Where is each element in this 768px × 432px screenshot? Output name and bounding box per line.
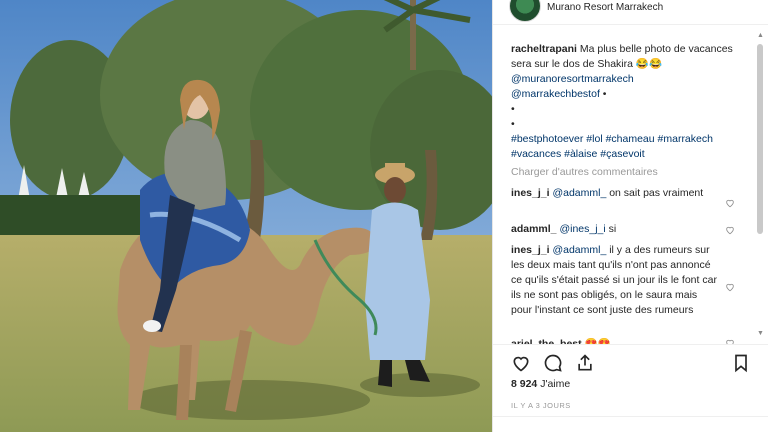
comment-heart-icon[interactable]	[725, 198, 735, 208]
share-icon[interactable]	[575, 353, 595, 373]
comment-item: ines_j_i @adamml_ il y a des rumeurs sur…	[511, 243, 717, 318]
caption-bullet: •	[511, 103, 515, 115]
likes-count[interactable]: 8 924 J'aime	[511, 378, 570, 390]
caption-hashtags[interactable]: #bestphotoever #lol #chameau #marrakech	[511, 133, 713, 145]
post-caption: racheltrapani Ma plus belle photo de vac…	[511, 42, 743, 162]
comment-mention[interactable]: @ines_j_i	[559, 223, 605, 235]
divider	[493, 416, 768, 417]
photo-camel-scene	[0, 0, 492, 432]
comments-scrollbar[interactable]: ▲ ▼	[756, 32, 764, 338]
post-timestamp: il y a 3 jours	[511, 401, 571, 410]
post-sidebar: Murano Resort Marrakech racheltrapani Ma…	[492, 0, 768, 432]
comment-text: si	[605, 223, 617, 235]
load-more-comments-link[interactable]: Charger d'autres commentaires	[511, 166, 658, 178]
comment-item: ariel_the_best 😍😍	[511, 337, 717, 344]
scroll-up-arrow-icon[interactable]: ▲	[757, 32, 764, 39]
likes-number: 8 924	[511, 378, 538, 390]
comment-username[interactable]: adamml_	[511, 223, 557, 235]
comment-heart-icon[interactable]	[725, 225, 735, 235]
caption-username[interactable]: racheltrapani	[511, 43, 577, 55]
post-header: Murano Resort Marrakech	[493, 0, 768, 25]
comment-bubble-icon[interactable]	[543, 353, 563, 373]
account-name[interactable]: Murano Resort Marrakech	[547, 2, 663, 13]
post-actions-bar	[493, 344, 768, 375]
likes-label: J'aime	[540, 378, 571, 390]
comment-text: on sait pas vraiment	[606, 187, 704, 199]
account-avatar[interactable]	[509, 0, 541, 22]
caption-mention[interactable]: @muranoresortmarrakech	[511, 73, 634, 85]
comment-mention[interactable]: @adamml_	[552, 244, 606, 256]
comment-item: adamml_ @ines_j_i si	[511, 222, 717, 237]
comments-scroll-area[interactable]: racheltrapani Ma plus belle photo de vac…	[493, 30, 755, 344]
comment-username[interactable]: ines_j_i	[511, 244, 550, 256]
caption-bullet: •	[511, 118, 515, 130]
scrollbar-thumb[interactable]	[757, 44, 763, 234]
heart-icon[interactable]	[511, 353, 531, 373]
caption-bullet: •	[599, 88, 607, 100]
caption-hashtags[interactable]: #vacances #àlaise #çasevoit	[511, 148, 645, 160]
scroll-down-arrow-icon[interactable]: ▼	[757, 330, 764, 337]
comment-item: ines_j_i @adamml_ on sait pas vraiment	[511, 186, 717, 201]
caption-mention[interactable]: @marrakechbestof	[511, 88, 600, 100]
comment-heart-icon[interactable]	[725, 282, 735, 292]
comment-mention[interactable]: @adamml_	[552, 187, 606, 199]
bookmark-icon[interactable]	[731, 353, 751, 373]
post-photo[interactable]	[0, 0, 492, 432]
comment-username[interactable]: ines_j_i	[511, 187, 550, 199]
